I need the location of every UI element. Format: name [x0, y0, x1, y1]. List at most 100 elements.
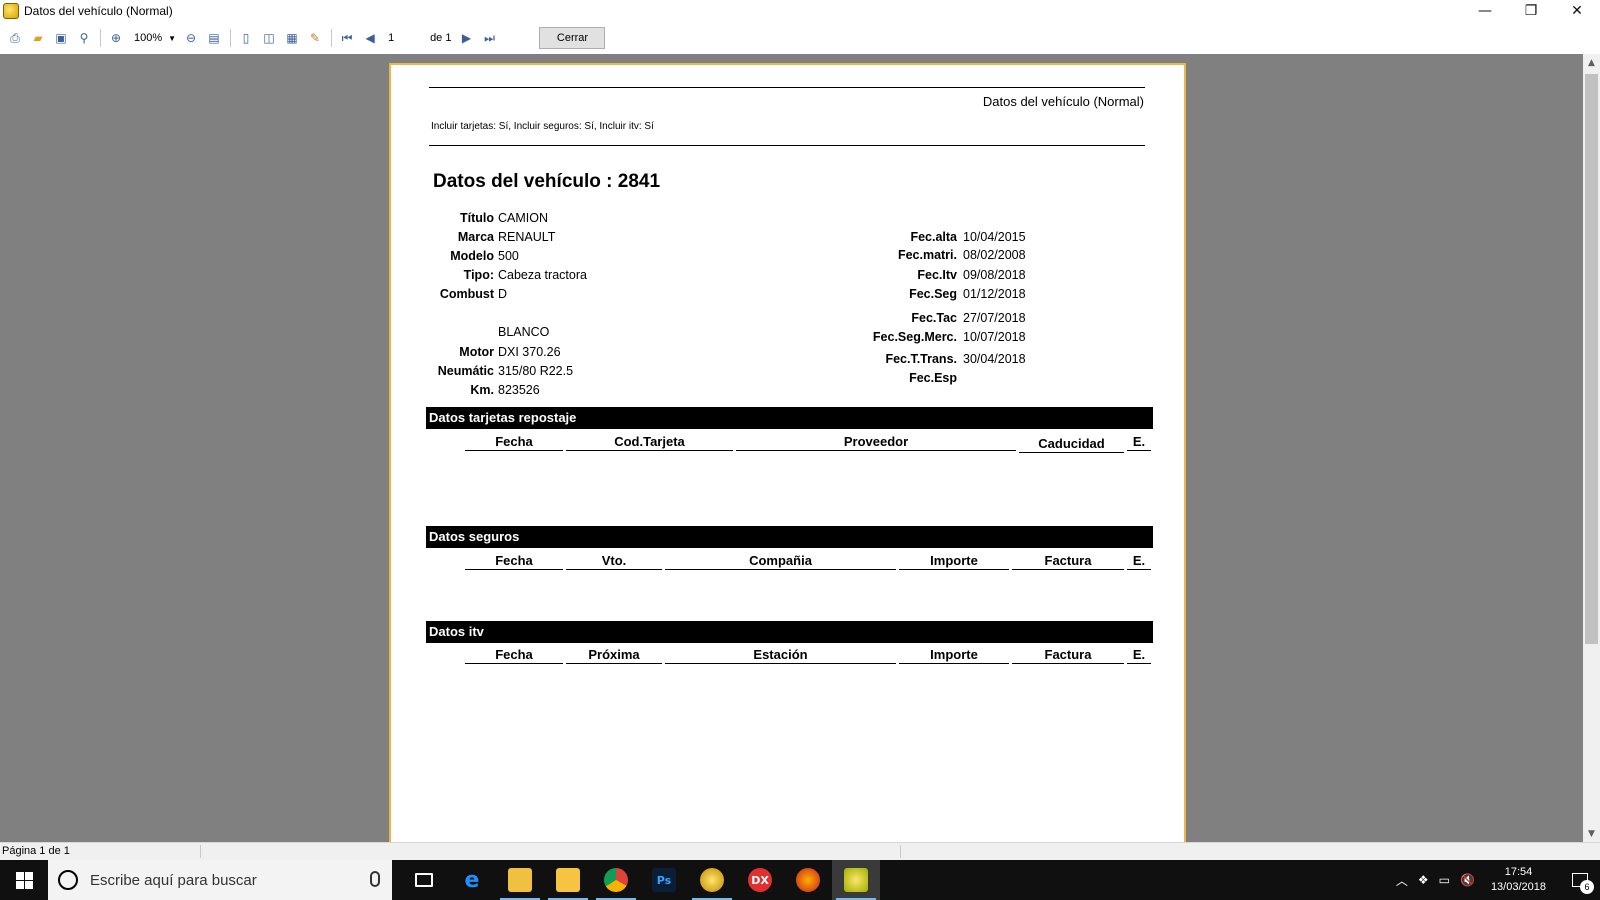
field-value: 09/08/2018: [963, 268, 1026, 282]
taskbar-mail-app[interactable]: [496, 860, 544, 900]
fit-page-icon[interactable]: ▤: [205, 29, 223, 47]
field-label: Fec.Esp: [909, 371, 957, 385]
column-header: Vto.: [566, 553, 662, 570]
next-page-icon[interactable]: ▶: [457, 29, 475, 47]
network-icon[interactable]: ▭: [1439, 873, 1450, 887]
column-header: Importe: [899, 647, 1009, 664]
volume-muted-icon[interactable]: 🔇: [1460, 873, 1475, 887]
field-value: 500: [498, 249, 519, 263]
section-itv-header: Datos itv: [426, 621, 1153, 643]
column-header: E.: [1127, 647, 1151, 664]
vertical-scrollbar[interactable]: ▲ ▼: [1583, 54, 1600, 842]
report-app-icon: [844, 868, 868, 892]
start-button[interactable]: [0, 860, 48, 900]
zoom-select[interactable]: 100% ▼: [134, 32, 176, 44]
column-header: Importe: [899, 553, 1009, 570]
notification-count: 6: [1580, 880, 1594, 894]
clock-date: 13/03/2018: [1490, 881, 1546, 893]
column-header: Fecha: [465, 553, 563, 570]
toolbar: ⎙ ▰ ▣ ⚲ ⊕ 100% ▼ ⊖ ▤ ▯ ◫ ▦ ✎ ⏮ ◀ de 1 ▶ …: [0, 22, 1600, 54]
taskbar-search[interactable]: Escribe aquí para buscar: [48, 860, 392, 900]
column-header: Caducidad: [1019, 436, 1124, 453]
field-value: 10/07/2018: [963, 330, 1026, 344]
field-label: Km.: [470, 383, 494, 397]
report-header-title: Datos del vehículo (Normal): [982, 94, 1144, 109]
taskbar-photoshop[interactable]: Ps: [640, 860, 688, 900]
window-title: Datos del vehículo (Normal): [24, 4, 173, 18]
scroll-down-icon[interactable]: ▼: [1583, 825, 1600, 842]
close-report-button[interactable]: Cerrar: [539, 27, 606, 49]
app-icon: [3, 3, 19, 19]
dropbox-icon[interactable]: ❖: [1418, 873, 1429, 887]
previous-page-icon[interactable]: ◀: [361, 29, 379, 47]
clock-time: 17:54: [1504, 866, 1533, 878]
find-icon[interactable]: ⚲: [75, 29, 93, 47]
column-header: Proveedor: [736, 434, 1016, 451]
toolbar-separator: [230, 29, 232, 47]
flame-icon: [796, 868, 820, 892]
edge-icon: e: [464, 867, 480, 893]
close-window-button[interactable]: ✕: [1554, 0, 1600, 22]
taskbar-report-app[interactable]: [832, 860, 880, 900]
show-hidden-icons-icon[interactable]: ︿: [1396, 872, 1408, 889]
chevron-down-icon: ▼: [168, 33, 177, 43]
last-page-icon[interactable]: ⏭: [480, 29, 498, 47]
column-header: Cod.Tarjeta: [566, 434, 733, 451]
field-value: D: [498, 287, 508, 301]
title-bar: Datos del vehículo (Normal) — ❐ ✕: [0, 0, 1600, 22]
report-viewer: Datos del vehículo (Normal) Incluir tarj…: [0, 54, 1600, 842]
scrollbar-thumb[interactable]: [1585, 74, 1598, 644]
field-value: 01/12/2018: [963, 287, 1026, 301]
first-page-icon[interactable]: ⏮: [338, 29, 356, 47]
field-label: Modelo: [450, 249, 494, 263]
field-label: Título: [459, 211, 494, 225]
dx-icon: DX: [748, 868, 772, 892]
task-view-button[interactable]: [400, 860, 448, 900]
taskbar-chrome[interactable]: [592, 860, 640, 900]
minimize-button[interactable]: —: [1462, 0, 1508, 22]
taskbar-edge[interactable]: e: [448, 860, 496, 900]
app-coin-icon: [700, 868, 724, 892]
taskbar-app-yellow[interactable]: [688, 860, 736, 900]
two-page-icon[interactable]: ◫: [260, 29, 278, 47]
column-header: Fecha: [465, 647, 563, 664]
field-value: RENAULT: [498, 230, 556, 244]
field-label: Tipo:: [463, 268, 494, 282]
field-label: Motor: [459, 345, 494, 359]
zoom-in-icon[interactable]: ⊕: [107, 29, 125, 47]
field-label: Marca: [457, 230, 494, 244]
column-header: Factura: [1012, 553, 1124, 570]
print-icon[interactable]: ⎙: [6, 29, 24, 47]
toolbar-separator: [331, 29, 333, 47]
page-status: Página 1 de 1: [2, 845, 70, 857]
page-setup-icon[interactable]: ▦: [283, 29, 301, 47]
restore-button[interactable]: ❐: [1508, 0, 1554, 22]
open-folder-icon[interactable]: ▰: [29, 29, 47, 47]
zoom-out-icon[interactable]: ⊖: [182, 29, 200, 47]
page-number-input[interactable]: [384, 29, 425, 47]
action-center-button[interactable]: 6: [1560, 860, 1600, 900]
taskbar-dx-app[interactable]: DX: [736, 860, 784, 900]
file-explorer-icon: [556, 868, 580, 892]
clock[interactable]: 17:54 13/03/2018: [1491, 865, 1546, 895]
status-bar: Página 1 de 1: [0, 842, 1600, 860]
taskbar-file-explorer[interactable]: [544, 860, 592, 900]
single-page-icon[interactable]: ▯: [237, 29, 255, 47]
save-icon[interactable]: ▣: [52, 29, 70, 47]
field-value: 315/80 R22.5: [498, 364, 574, 378]
section-tarjetas-header: Datos tarjetas repostaje: [426, 407, 1153, 429]
edit-icon[interactable]: ✎: [306, 29, 324, 47]
field-label: Fec.alta: [910, 230, 957, 244]
taskbar: Escribe aquí para buscar e Ps DX ︿ ❖ ▭ 🔇…: [0, 860, 1600, 900]
field-label: Fec.T.Trans.: [885, 352, 957, 366]
field-value: 08/02/2008: [963, 248, 1026, 262]
taskbar-firebird-app[interactable]: [784, 860, 832, 900]
microphone-icon[interactable]: [370, 871, 380, 887]
toolbar-separator: [100, 29, 101, 47]
scroll-up-icon[interactable]: ▲: [1583, 54, 1600, 71]
report-page: Datos del vehículo (Normal) Incluir tarj…: [389, 63, 1186, 842]
cortana-icon: [58, 870, 78, 890]
field-label: Fec.Seg: [909, 287, 957, 301]
header-rule-bottom: [429, 145, 1145, 146]
report-filters: Incluir tarjetas: Sí, Incluir seguros: S…: [431, 121, 654, 132]
